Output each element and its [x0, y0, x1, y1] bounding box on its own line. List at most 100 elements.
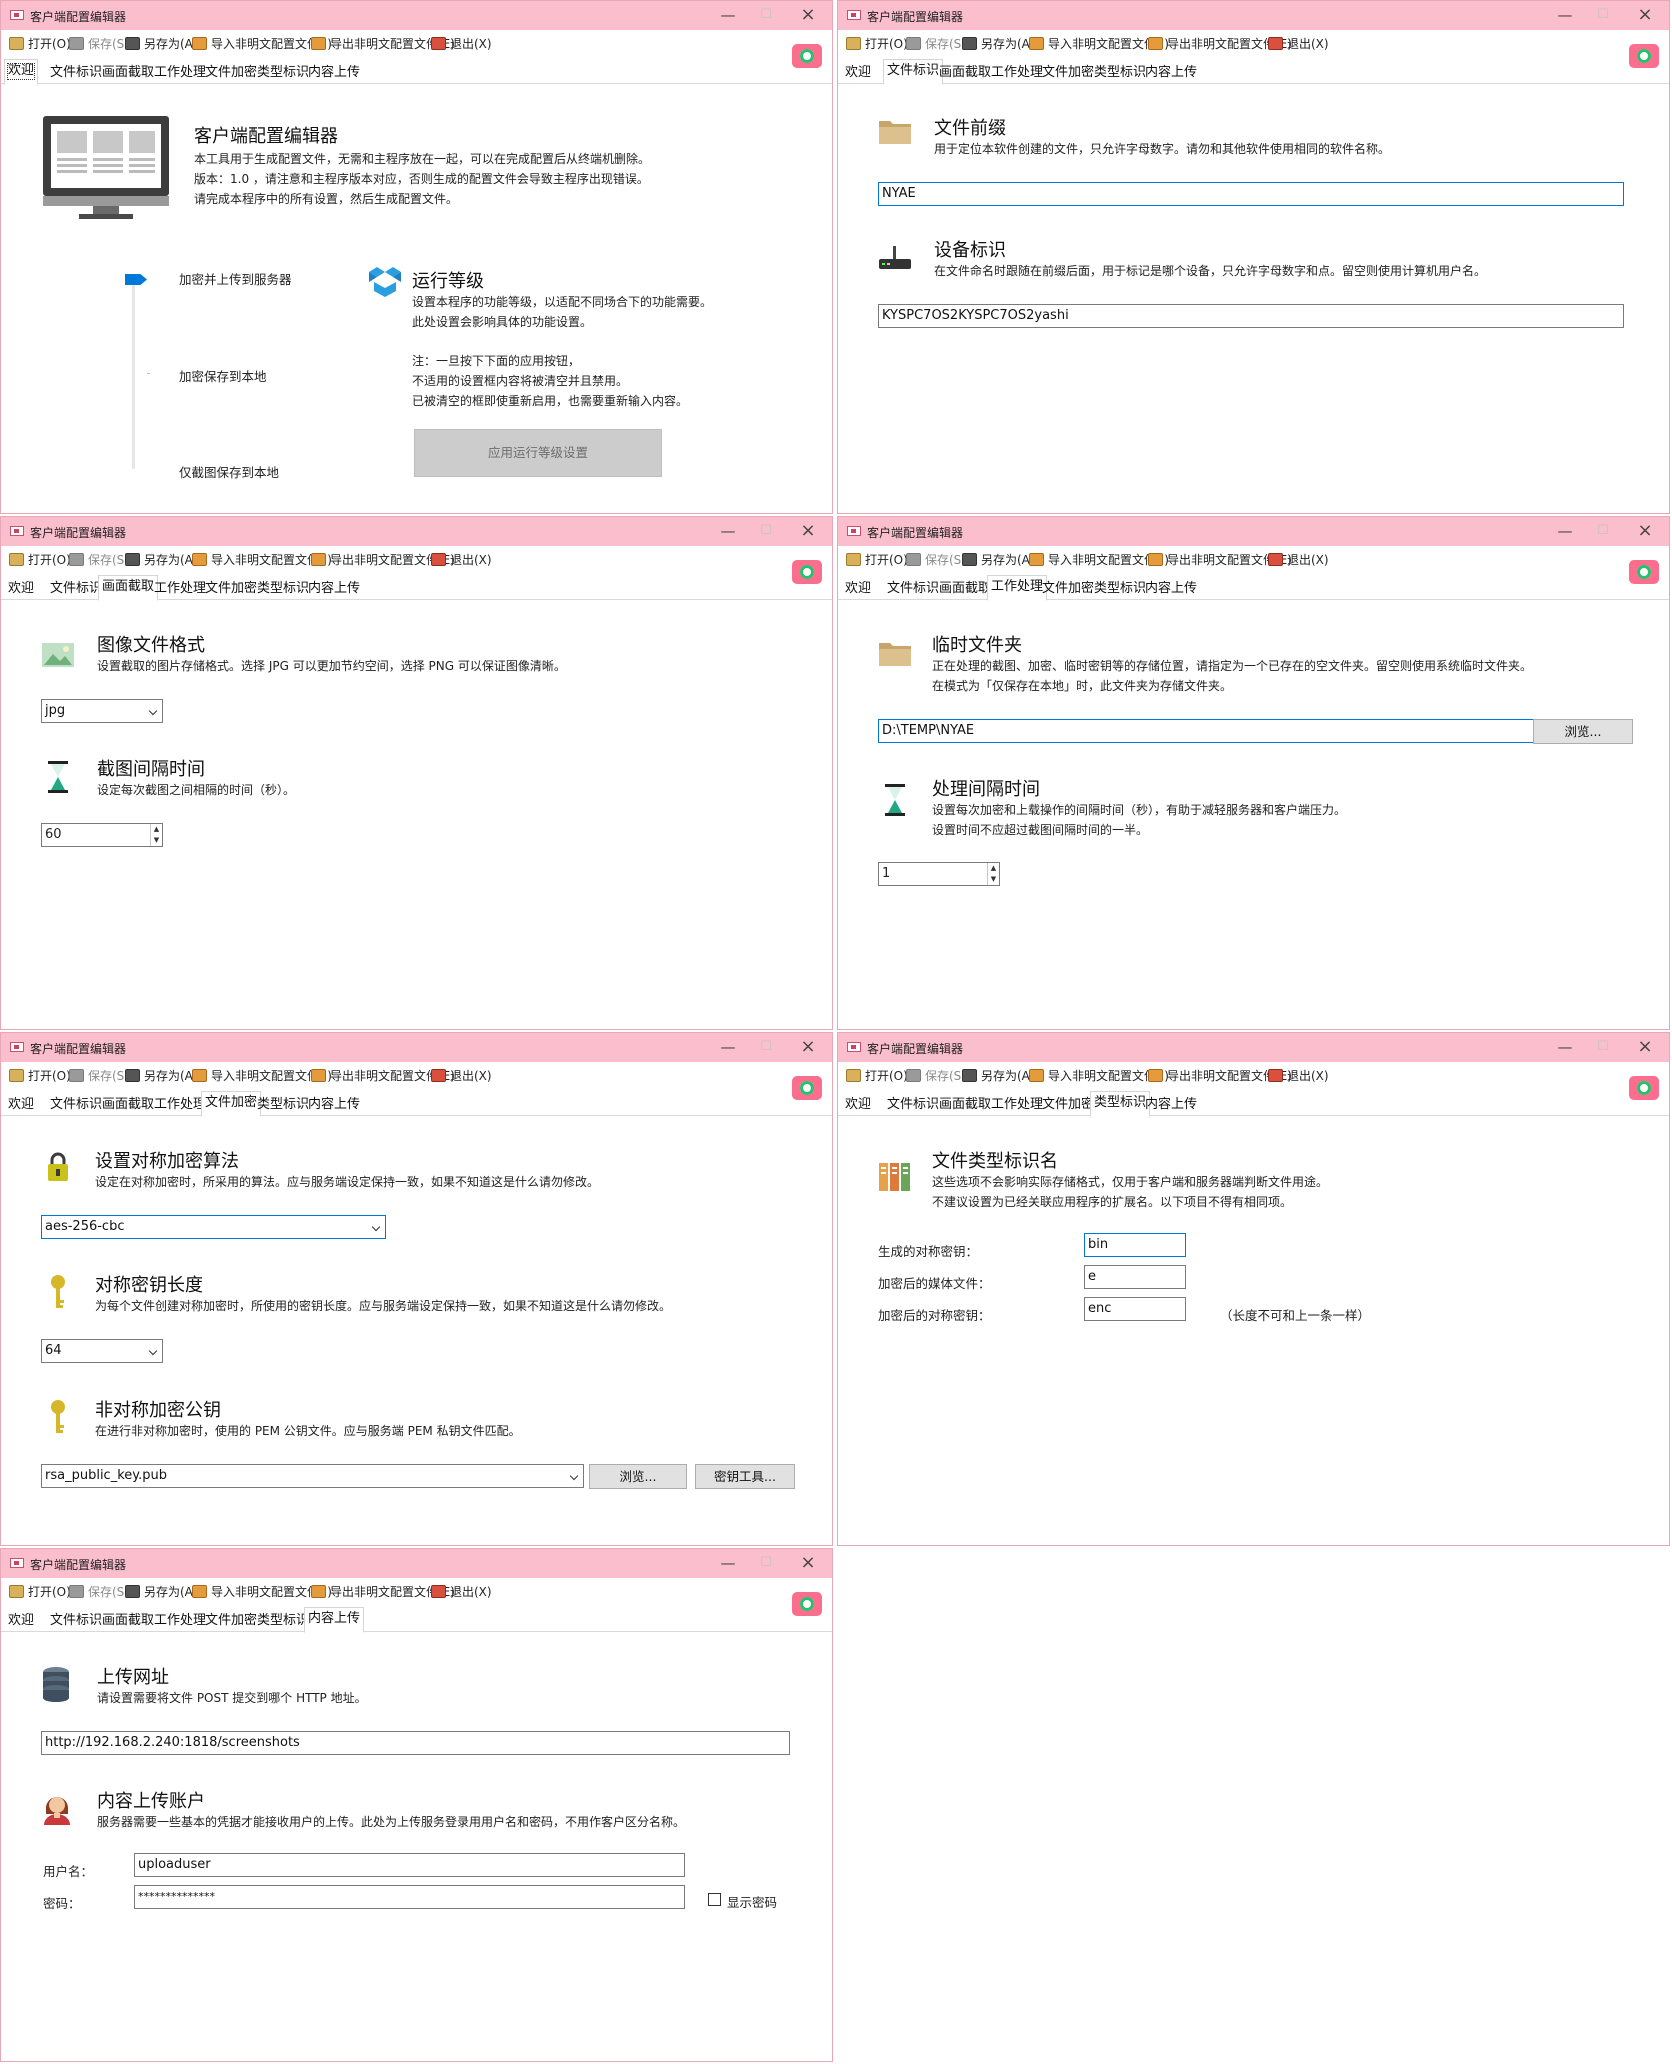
minimize-button[interactable]: —: [1554, 1036, 1576, 1058]
tab-file-id[interactable]: 文件标识: [46, 1610, 106, 1632]
tab-welcome[interactable]: 欢迎: [841, 578, 875, 600]
tab-file-id[interactable]: 文件标识: [46, 578, 106, 600]
spin-down-icon[interactable]: ▼: [987, 874, 999, 885]
menu-save[interactable]: 保存(S): [906, 1067, 966, 1085]
tab-capture[interactable]: 画面截取: [935, 578, 995, 600]
menu-open[interactable]: 打开(O): [9, 1067, 71, 1085]
tab-upload[interactable]: 内容上传: [304, 578, 364, 600]
tab-encrypt[interactable]: 文件加密: [201, 62, 261, 84]
menu-save-as[interactable]: 另存为(A): [962, 1067, 1035, 1085]
close-button[interactable]: ×: [797, 520, 819, 542]
menu-save-as[interactable]: 另存为(A): [125, 1067, 198, 1085]
tab-capture[interactable]: 画面截取: [935, 1094, 995, 1116]
menu-open[interactable]: 打开(O): [9, 1583, 71, 1601]
tab-file-id[interactable]: 文件标识: [883, 578, 943, 600]
enc-key-ext-input[interactable]: enc: [1084, 1297, 1186, 1321]
maximize-button[interactable]: ☐: [755, 1552, 777, 1574]
tab-welcome[interactable]: 欢迎: [4, 1094, 38, 1116]
tab-upload[interactable]: 内容上传: [304, 1094, 364, 1116]
tab-file-id[interactable]: 文件标识: [46, 62, 106, 84]
menu-exit[interactable]: 退出(X): [1268, 35, 1329, 53]
tab-upload[interactable]: 内容上传: [304, 1607, 365, 1633]
tab-capture[interactable]: 画面截取: [98, 1094, 158, 1116]
menu-exit[interactable]: 退出(X): [431, 551, 492, 569]
tab-welcome[interactable]: 欢迎: [4, 59, 39, 85]
tab-welcome[interactable]: 欢迎: [4, 578, 38, 600]
close-button[interactable]: ×: [1634, 520, 1656, 542]
menu-open[interactable]: 打开(O): [9, 35, 71, 53]
menu-save-as[interactable]: 另存为(A): [125, 551, 198, 569]
maximize-button[interactable]: ☐: [755, 1036, 777, 1058]
menu-save[interactable]: 保存(S): [69, 35, 129, 53]
menu-save-as[interactable]: 另存为(A): [962, 35, 1035, 53]
tab-upload[interactable]: 内容上传: [1141, 62, 1201, 84]
menu-exit[interactable]: 退出(X): [1268, 1067, 1329, 1085]
menu-open[interactable]: 打开(O): [846, 1067, 908, 1085]
tab-upload[interactable]: 内容上传: [1141, 1094, 1201, 1116]
tab-encrypt[interactable]: 文件加密: [201, 1610, 261, 1632]
upload-url-input[interactable]: http://192.168.2.240:1818/screenshots: [41, 1731, 790, 1755]
pubkey-browse-button[interactable]: 浏览...: [589, 1464, 687, 1489]
minimize-button[interactable]: —: [717, 1036, 739, 1058]
key-tool-button[interactable]: 密钥工具...: [695, 1464, 795, 1489]
tab-upload[interactable]: 内容上传: [304, 62, 364, 84]
sym-key-ext-input[interactable]: bin: [1084, 1233, 1186, 1257]
tab-upload[interactable]: 内容上传: [1141, 578, 1201, 600]
level-option-upload[interactable]: 加密并上传到服务器: [179, 269, 292, 288]
work-interval-spinner[interactable]: 1 ▲ ▼: [878, 862, 1000, 886]
maximize-button[interactable]: ☐: [1592, 1036, 1614, 1058]
menu-open[interactable]: 打开(O): [846, 551, 908, 569]
tab-welcome[interactable]: 欢迎: [4, 1610, 38, 1632]
media-ext-input[interactable]: e: [1084, 1265, 1186, 1289]
minimize-button[interactable]: —: [1554, 520, 1576, 542]
level-option-local-encrypt[interactable]: 加密保存到本地: [179, 366, 267, 385]
menu-exit[interactable]: 退出(X): [1268, 551, 1329, 569]
tab-capture[interactable]: 画面截取: [98, 575, 159, 601]
show-password-checkbox[interactable]: [708, 1893, 721, 1906]
apply-run-level-button[interactable]: 应用运行等级设置: [414, 429, 662, 477]
tab-welcome[interactable]: 欢迎: [841, 62, 875, 84]
tab-file-id[interactable]: 文件标识: [883, 59, 944, 85]
tab-file-id[interactable]: 文件标识: [883, 1094, 943, 1116]
spin-down-icon[interactable]: ▼: [150, 835, 162, 846]
tab-capture[interactable]: 画面截取: [98, 1610, 158, 1632]
maximize-button[interactable]: ☐: [755, 4, 777, 26]
close-button[interactable]: ×: [797, 1036, 819, 1058]
menu-save-as[interactable]: 另存为(A): [125, 35, 198, 53]
temp-folder-select[interactable]: D:\TEMP\NYAE: [878, 719, 1566, 743]
spin-up-icon[interactable]: ▲: [987, 863, 999, 874]
menu-save[interactable]: 保存(S): [69, 551, 129, 569]
tab-encrypt[interactable]: 文件加密: [1038, 1094, 1098, 1116]
tab-encrypt[interactable]: 文件加密: [1038, 62, 1098, 84]
close-button[interactable]: ×: [797, 1552, 819, 1574]
close-button[interactable]: ×: [1634, 4, 1656, 26]
format-select[interactable]: jpg: [41, 699, 163, 723]
tab-file-id[interactable]: 文件标识: [46, 1094, 106, 1116]
menu-open[interactable]: 打开(O): [9, 551, 71, 569]
username-input[interactable]: uploaduser: [134, 1853, 685, 1877]
minimize-button[interactable]: —: [717, 520, 739, 542]
tab-encrypt[interactable]: 文件加密: [1038, 578, 1098, 600]
tab-capture[interactable]: 画面截取: [935, 62, 995, 84]
tab-capture[interactable]: 画面截取: [98, 62, 158, 84]
pubkey-select[interactable]: rsa_public_key.pub: [41, 1464, 584, 1488]
show-password-label[interactable]: 显示密码: [727, 1892, 777, 1911]
level-option-local-only[interactable]: 仅截图保存到本地: [179, 462, 279, 481]
menu-save[interactable]: 保存(S): [906, 551, 966, 569]
minimize-button[interactable]: —: [717, 4, 739, 26]
tab-encrypt[interactable]: 文件加密: [201, 1091, 262, 1117]
maximize-button[interactable]: ☐: [1592, 4, 1614, 26]
minimize-button[interactable]: —: [1554, 4, 1576, 26]
menu-exit[interactable]: 退出(X): [431, 1583, 492, 1601]
keylen-select[interactable]: 64: [41, 1339, 163, 1363]
menu-save-as[interactable]: 另存为(A): [962, 551, 1035, 569]
prefix-input[interactable]: NYAE: [878, 182, 1624, 206]
menu-exit[interactable]: 退出(X): [431, 1067, 492, 1085]
spin-up-icon[interactable]: ▲: [150, 824, 162, 835]
tab-welcome[interactable]: 欢迎: [841, 1094, 875, 1116]
close-button[interactable]: ×: [1634, 1036, 1656, 1058]
algo-select[interactable]: aes-256-cbc: [41, 1215, 386, 1239]
password-input[interactable]: **************: [134, 1885, 685, 1909]
maximize-button[interactable]: ☐: [755, 520, 777, 542]
menu-save-as[interactable]: 另存为(A): [125, 1583, 198, 1601]
